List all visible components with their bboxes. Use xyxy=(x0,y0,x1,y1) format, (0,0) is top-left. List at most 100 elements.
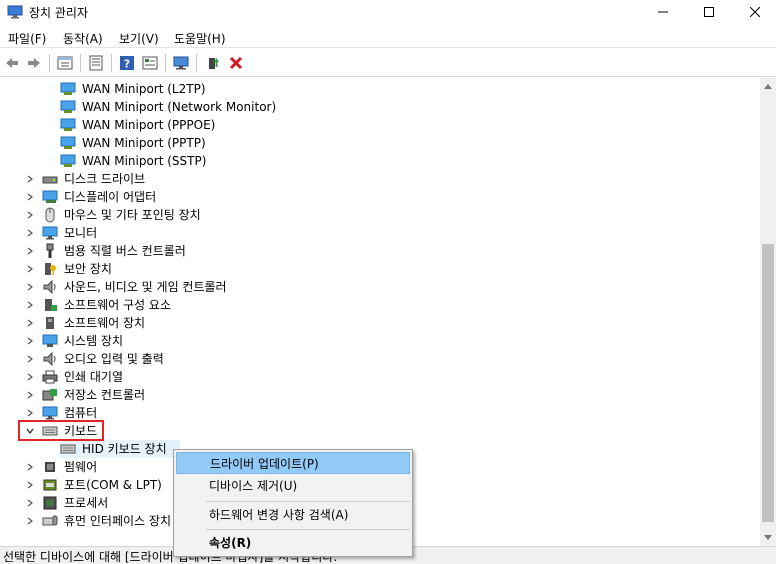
tree-category-label: 펌웨어 xyxy=(64,460,98,474)
title-bar: 장치 관리자 xyxy=(0,0,776,26)
scroll-thumb[interactable] xyxy=(762,244,774,522)
chevron-right-icon[interactable] xyxy=(24,368,36,386)
monitor-icon xyxy=(42,226,58,240)
tree-item-label: HID 키보드 장치 xyxy=(82,442,167,456)
computer-icon xyxy=(42,406,58,420)
tree-category-print-queues[interactable]: 인쇄 대기열 xyxy=(24,368,324,386)
forward-arrow-icon[interactable] xyxy=(24,53,44,73)
device-manager-icon xyxy=(7,5,23,19)
context-menu-update-driver[interactable]: 드라이버 업데이트(P) xyxy=(176,452,410,474)
chevron-right-icon[interactable] xyxy=(24,188,36,206)
tree-category-display-adapters[interactable]: 디스플레이 어댑터 xyxy=(24,188,324,206)
menu-action[interactable]: 동작(A) xyxy=(63,30,103,47)
tree-category-label: 시스템 장치 xyxy=(64,334,124,348)
tree-category-sound[interactable]: 사운드, 비디오 및 게임 컨트롤러 xyxy=(24,278,324,296)
tree-item-label: WAN Miniport (PPPOE) xyxy=(82,118,216,132)
tree-category-software-devices[interactable]: 소프트웨어 장치 xyxy=(24,314,324,332)
scroll-down-icon[interactable] xyxy=(760,530,776,546)
chevron-right-icon[interactable] xyxy=(24,224,36,242)
maximize-button[interactable] xyxy=(686,0,732,24)
chevron-right-icon[interactable] xyxy=(24,458,36,476)
context-menu-properties[interactable]: 속성(R) xyxy=(176,532,410,554)
tree-category-label: 소프트웨어 장치 xyxy=(64,316,146,330)
chevron-right-icon[interactable] xyxy=(24,476,36,494)
tree-category-label: 인쇄 대기열 xyxy=(64,370,124,384)
chevron-right-icon[interactable] xyxy=(24,170,36,188)
tree-category-label: 디스크 드라이브 xyxy=(64,172,146,186)
speaker-icon xyxy=(43,279,56,295)
scroll-up-icon[interactable] xyxy=(760,78,776,94)
chevron-right-icon[interactable] xyxy=(24,242,36,260)
tree-category-label: 포트(COM & LPT) xyxy=(64,478,162,492)
uninstall-x-icon[interactable] xyxy=(226,53,246,73)
security-key-icon xyxy=(45,263,56,275)
tree-category-system-devices[interactable]: 시스템 장치 xyxy=(24,332,324,350)
mouse-icon xyxy=(45,207,55,223)
keyboard-highlight-box xyxy=(18,420,104,441)
menu-file[interactable]: 파일(F) xyxy=(8,30,46,47)
tree-category-audio-io[interactable]: 오디오 입력 및 출력 xyxy=(24,350,324,368)
processor-icon xyxy=(43,496,57,510)
tree-category-software-components[interactable]: 소프트웨어 구성 요소 xyxy=(24,296,324,314)
device-list-icon[interactable] xyxy=(86,53,106,73)
usb-icon xyxy=(46,243,54,258)
chevron-right-icon[interactable] xyxy=(24,296,36,314)
back-arrow-icon[interactable] xyxy=(2,53,22,73)
tree-category-monitors[interactable]: 모니터 xyxy=(24,224,324,242)
tree-category-label: 디스플레이 어댑터 xyxy=(64,190,157,204)
context-menu: 드라이버 업데이트(P) 디바이스 제거(U) 하드웨어 변경 사항 검색(A)… xyxy=(173,449,413,557)
vertical-scrollbar[interactable] xyxy=(760,78,776,546)
help-icon[interactable]: ? xyxy=(117,53,137,73)
enable-device-icon[interactable] xyxy=(203,53,223,73)
tree-category-label: 범용 직렬 버스 컨트롤러 xyxy=(64,244,186,258)
tree-category-usb[interactable]: 범용 직렬 버스 컨트롤러 xyxy=(24,242,324,260)
network-adapter-icon xyxy=(60,136,76,149)
monitor-scan-icon[interactable] xyxy=(171,53,191,73)
tree-category-security[interactable]: 보안 장치 xyxy=(24,260,324,278)
chevron-right-icon[interactable] xyxy=(24,332,36,350)
tree-category-mouse[interactable]: 마우스 및 기타 포인팅 장치 xyxy=(24,206,324,224)
chevron-right-icon[interactable] xyxy=(24,260,36,278)
chevron-right-icon[interactable] xyxy=(24,278,36,296)
tree-item-label: WAN Miniport (Network Monitor) xyxy=(82,100,277,114)
tree-category-label: 휴먼 인터페이스 장치 xyxy=(64,514,171,528)
tree-category-label: 오디오 입력 및 출력 xyxy=(64,352,164,366)
tree-category-label: 보안 장치 xyxy=(64,262,112,276)
minimize-button[interactable] xyxy=(640,0,686,24)
network-adapter-icon xyxy=(60,154,76,167)
chevron-right-icon[interactable] xyxy=(24,512,36,530)
context-menu-scan-hardware[interactable]: 하드웨어 변경 사항 검색(A) xyxy=(176,504,410,526)
audio-icon xyxy=(43,351,56,367)
system-device-icon xyxy=(42,334,58,347)
properties-sheet-icon[interactable] xyxy=(55,53,75,73)
tree-category-label: 프로세서 xyxy=(64,496,109,510)
chevron-right-icon[interactable] xyxy=(24,494,36,512)
hid-icon xyxy=(42,515,58,526)
toolbar: ? xyxy=(0,49,776,77)
tree-item-hid-keyboard[interactable]: HID 키보드 장치 xyxy=(60,440,180,458)
context-menu-uninstall[interactable]: 디바이스 제거(U) xyxy=(176,475,410,497)
chevron-right-icon[interactable] xyxy=(24,206,36,224)
tree-category-label: 마우스 및 기타 포인팅 장치 xyxy=(64,208,201,222)
chevron-right-icon[interactable] xyxy=(24,386,36,404)
network-adapter-icon xyxy=(60,118,76,131)
tree-item-label: WAN Miniport (PPTP) xyxy=(82,136,206,150)
update-driver-icon[interactable] xyxy=(140,53,160,73)
window-title: 장치 관리자 xyxy=(29,6,89,20)
network-adapter-icon xyxy=(60,100,76,113)
menu-view[interactable]: 보기(V) xyxy=(119,30,159,47)
tree-category-label: 저장소 컨트롤러 xyxy=(64,388,146,402)
tree-category-label: 소프트웨어 구성 요소 xyxy=(64,298,171,312)
tree-category-disk-drives[interactable]: 디스크 드라이브 xyxy=(24,170,324,188)
disk-drive-icon xyxy=(42,176,58,184)
menu-help[interactable]: 도움말(H) xyxy=(174,30,226,47)
software-device-icon xyxy=(46,317,54,329)
network-adapter-icon xyxy=(60,82,76,95)
close-button[interactable] xyxy=(732,0,776,24)
chevron-right-icon[interactable] xyxy=(24,314,36,332)
tree-item-label: WAN Miniport (L2TP) xyxy=(82,82,206,96)
chevron-right-icon[interactable] xyxy=(24,350,36,368)
keyboard-icon xyxy=(60,444,76,454)
menu-bar: 파일(F) 동작(A) 보기(V) 도움말(H) xyxy=(0,26,776,48)
tree-category-storage-controllers[interactable]: 저장소 컨트롤러 xyxy=(24,386,324,404)
